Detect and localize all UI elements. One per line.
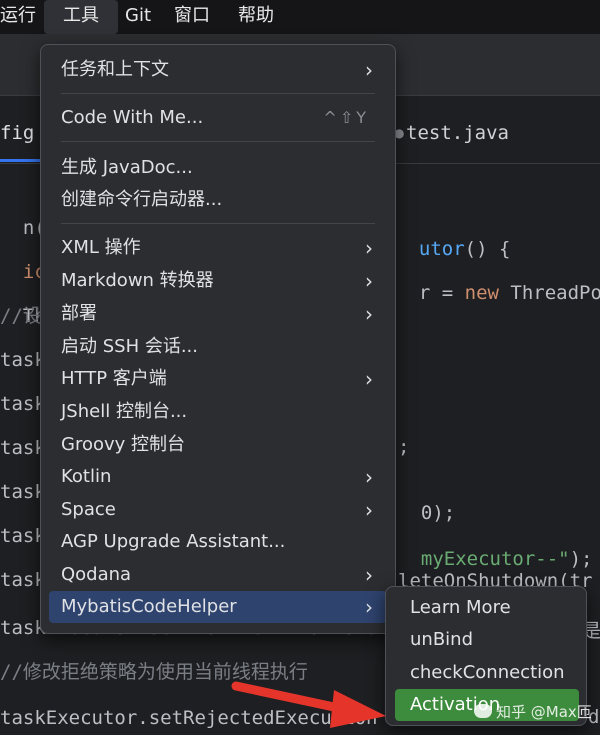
tab-config-label: fig (0, 122, 35, 144)
menu-item-jshell-console[interactable]: JShell 控制台... (49, 396, 387, 428)
menu-item-label: 生成 JavaDoc... (61, 157, 193, 178)
menu-item-code-with-me[interactable]: Code With Me... ^⇧Y (49, 102, 387, 134)
menu-item-space[interactable]: Space › (49, 494, 387, 526)
code-token: () { (464, 238, 511, 260)
menu-item-label: Groovy 控制台 (61, 434, 186, 455)
menu-item-http-client[interactable]: HTTP 客户端 › (49, 363, 387, 395)
code-token: utor (418, 238, 465, 260)
chevron-right-icon: › (365, 236, 373, 260)
menu-help[interactable]: 帮助 (238, 0, 288, 34)
code-line-right: ; (398, 436, 410, 458)
code-line: task (0, 481, 46, 503)
tab-config[interactable]: fig (0, 96, 40, 162)
submenu-item-check-connection[interactable]: checkConnection (395, 657, 579, 689)
code-token: ); (569, 548, 593, 570)
menu-item-tasks-context[interactable]: 任务和上下文 › (49, 54, 387, 86)
tools-dropdown-menu: 任务和上下文 › Code With Me... ^⇧Y 生成 JavaDoc.… (40, 44, 396, 634)
chevron-right-icon: › (365, 367, 373, 391)
chevron-right-icon: › (365, 302, 373, 326)
chevron-right-icon: › (365, 465, 373, 489)
code-token: new (464, 282, 499, 304)
menu-item-qodana[interactable]: Qodana › (49, 559, 387, 591)
menu-item-label: 创建命令行启动器... (61, 189, 223, 210)
shortcut-label: ^⇧Y (323, 108, 369, 127)
menu-item-groovy-console[interactable]: Groovy 控制台 (49, 429, 387, 461)
menu-bar: 运行 工具 Git 窗口 帮助 (0, 0, 600, 34)
code-line: task (0, 349, 46, 371)
wechat-icon (474, 704, 492, 718)
menu-item-label: 启动 SSH 会话... (61, 336, 198, 357)
menu-item-label: 任务和上下文 (61, 59, 169, 80)
menu-item-label: Qodana (61, 564, 132, 585)
menu-item-label: AGP Upgrade Assistant... (61, 531, 286, 552)
menu-item-label: Kotlin (61, 466, 112, 487)
code-token: 0); (420, 502, 456, 524)
menu-item-label: 部署 (61, 303, 97, 324)
code-line: task (0, 393, 46, 415)
menu-window[interactable]: 窗口 (174, 0, 224, 34)
menu-separator (61, 141, 375, 142)
red-arrow-pointer (231, 681, 386, 728)
code-line: task (0, 525, 46, 547)
code-line-right: r = new ThreadPoo (396, 260, 600, 304)
menu-separator (61, 93, 375, 94)
menu-item-label: MybatisCodeHelper (61, 596, 237, 617)
chevron-right-icon: › (365, 595, 373, 619)
menu-item-markdown-converter[interactable]: Markdown 转换器 › (49, 265, 387, 297)
code-line-right: utor() { (396, 216, 511, 260)
menu-item-create-launcher[interactable]: 创建命令行启动器... (49, 184, 387, 216)
menu-separator (61, 223, 375, 224)
menu-tools[interactable]: 工具 (44, 0, 118, 34)
submenu-item-unbind[interactable]: unBind (395, 624, 579, 656)
menu-item-generate-javadoc[interactable]: 生成 JavaDoc... (49, 152, 387, 184)
menu-item-agp-upgrade[interactable]: AGP Upgrade Assistant... (49, 526, 387, 558)
menu-item-label: XML 操作 (61, 237, 141, 258)
watermark-text: 知乎 @Max匝 (496, 703, 592, 721)
menu-item-deployment[interactable]: 部署 › (49, 298, 387, 330)
menu-item-label: HTTP 客户端 (61, 368, 167, 389)
menu-git[interactable]: Git (125, 0, 165, 34)
code-token: ThreadPoo (510, 282, 600, 304)
code-line: //设 (0, 305, 42, 327)
code-token: r = (418, 282, 465, 304)
code-line: task (0, 569, 46, 591)
code-line: task (0, 437, 46, 459)
menu-item-label: JShell 控制台... (61, 401, 188, 422)
chevron-right-icon: › (365, 58, 373, 82)
code-line-right: 0); (398, 480, 455, 524)
menu-item-label: Code With Me... (61, 107, 204, 128)
code-token: myExecutor--" (420, 548, 570, 570)
code-line-right: myExecutor--"); (398, 526, 593, 570)
menu-item-label: Markdown 转换器 (61, 270, 214, 291)
menu-item-xml-actions[interactable]: XML 操作 › (49, 232, 387, 264)
watermark: 知乎 @Max匝 (474, 700, 592, 724)
submenu-item-learn-more[interactable]: Learn More (395, 592, 579, 624)
tab-test-label[interactable]: test.java (406, 122, 509, 144)
chevron-right-icon: › (365, 269, 373, 293)
menu-item-mybatiscodehelper[interactable]: MybatisCodeHelper › (49, 591, 387, 623)
menu-item-ssh-session[interactable]: 启动 SSH 会话... (49, 331, 387, 363)
chevron-right-icon: › (365, 563, 373, 587)
chevron-right-icon: › (365, 498, 373, 522)
menu-item-label: Space (61, 499, 116, 520)
menu-item-kotlin[interactable]: Kotlin › (49, 461, 387, 493)
menu-run[interactable]: 运行 (0, 0, 40, 34)
